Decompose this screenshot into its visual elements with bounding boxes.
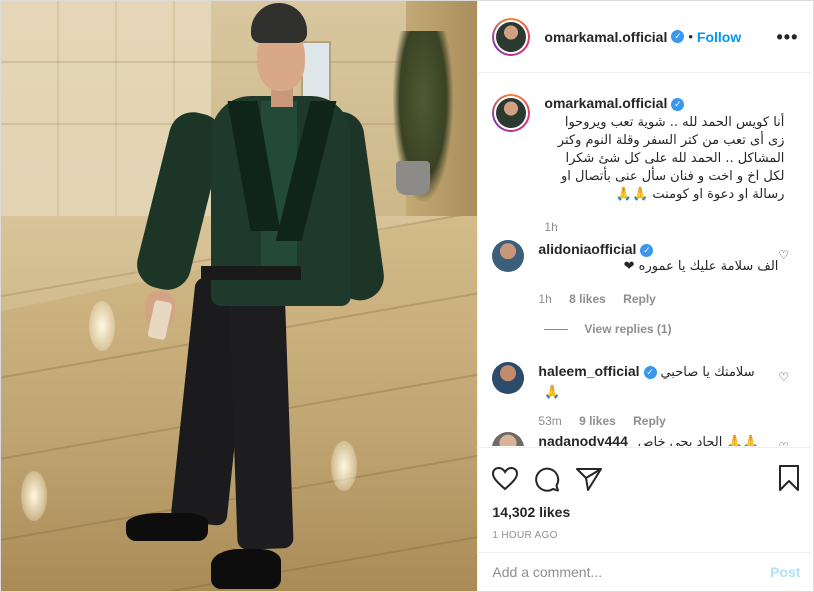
comment-likes[interactable]: 8 likes — [569, 292, 606, 306]
comment-like-heart-icon[interactable]: ♡ — [778, 370, 790, 384]
bookmark-icon[interactable] — [778, 465, 800, 491]
commenter-username[interactable]: haleem_official — [538, 363, 639, 379]
verified-badge-icon: ✓ — [643, 365, 657, 379]
verified-badge-icon: ✓ — [640, 243, 654, 257]
caption-avatar[interactable] — [492, 94, 531, 132]
likes-count[interactable]: 14,302 likes — [492, 504, 800, 520]
reply-button[interactable]: Reply — [633, 414, 666, 428]
commenter-username[interactable]: nadanody444 — [538, 433, 627, 446]
comment-item: haleem_official ✓ سلامتك يا صاحبي 🙏 53m 9… — [492, 362, 792, 430]
post-comment-button[interactable]: Post — [770, 564, 800, 580]
comment-item: nadanody444 الجاد يجي خاص 🙏🙏 ♡ — [492, 432, 792, 446]
caption-age[interactable]: 1h — [544, 220, 557, 234]
comment-age[interactable]: 53m — [538, 414, 561, 428]
author-avatar[interactable] — [492, 17, 531, 56]
caption-username[interactable]: omarkamal.official — [544, 95, 667, 111]
view-replies-button[interactable]: View replies (1) — [544, 322, 672, 336]
post-header: omarkamal.official ✓ • Follow ••• — [478, 1, 814, 73]
post-photo[interactable] — [1, 1, 478, 591]
comment-likes[interactable]: 9 likes — [579, 414, 616, 428]
commenter-avatar[interactable] — [492, 240, 525, 272]
more-options-icon[interactable]: ••• — [777, 27, 799, 48]
verified-badge-icon: ✓ — [671, 30, 685, 43]
add-comment-bar: Post — [478, 552, 814, 591]
comment-age[interactable]: 1h — [538, 292, 551, 306]
comment-item: alidoniaofficial ✓ الف سلامة عليك يا عمور… — [492, 240, 792, 308]
follow-button[interactable]: Follow — [697, 29, 741, 45]
caption: omarkamal.official ✓ أنا كويس الحمد لله .… — [492, 94, 792, 236]
comment-like-heart-icon[interactable]: ♡ — [778, 440, 790, 446]
add-comment-input[interactable] — [492, 564, 771, 580]
commenter-avatar[interactable] — [492, 362, 525, 394]
comments-list[interactable]: omarkamal.official ✓ أنا كويس الحمد لله .… — [478, 74, 814, 446]
commenter-avatar[interactable] — [492, 432, 525, 446]
comment-text: الجاد يجي خاص 🙏🙏 — [637, 435, 759, 446]
post-side-panel: omarkamal.official ✓ • Follow ••• omarka… — [477, 1, 814, 591]
instagram-post: omarkamal.official ✓ • Follow ••• omarka… — [0, 0, 814, 592]
like-heart-icon[interactable] — [492, 467, 519, 491]
commenter-username[interactable]: alidoniaofficial — [538, 241, 636, 257]
verified-badge-icon: ✓ — [671, 97, 685, 111]
post-timestamp[interactable]: 1 HOUR AGO — [492, 530, 800, 541]
comment-like-heart-icon[interactable]: ♡ — [778, 248, 790, 262]
reply-button[interactable]: Reply — [623, 292, 656, 306]
post-actions: 14,302 likes 1 HOUR AGO — [478, 447, 814, 552]
author-username[interactable]: omarkamal.official — [544, 29, 667, 45]
share-paper-plane-icon[interactable] — [576, 467, 603, 491]
separator-dot: • — [688, 29, 693, 44]
photo-person — [121, 1, 387, 591]
caption-text: أنا كويس الحمد لله .. شوية تعب ويروحوا ز… — [557, 115, 785, 202]
comment-bubble-icon[interactable] — [534, 466, 560, 492]
comment-text: الف سلامة عليك يا عموره ❤ — [623, 259, 779, 274]
